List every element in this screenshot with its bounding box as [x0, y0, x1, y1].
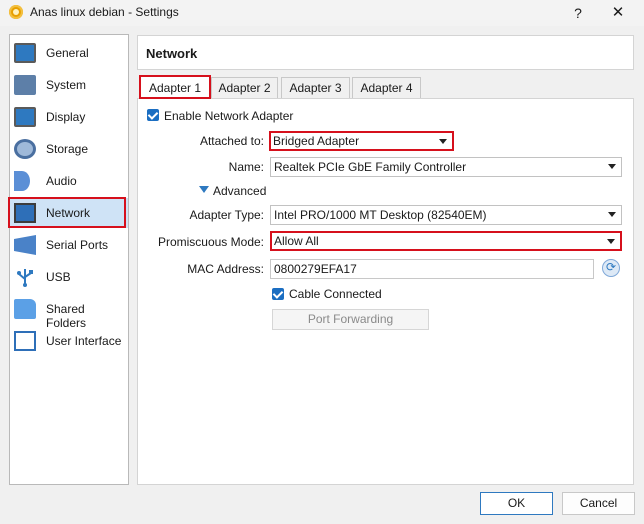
folder-icon [14, 299, 36, 319]
user-interface-icon [14, 331, 36, 351]
refresh-mac-icon[interactable]: ⟳ [602, 259, 620, 277]
page-title: Network [146, 46, 198, 61]
advanced-toggle-icon[interactable] [199, 186, 209, 193]
mac-address-input[interactable]: 0800279EFA17 [270, 259, 594, 279]
name-select[interactable]: Realtek PCIe GbE Family Controller [270, 157, 622, 177]
cable-connected-checkbox[interactable] [272, 288, 284, 300]
adapter-type-label: Adapter Type: [189, 208, 265, 222]
sidebar-item-usb[interactable]: USB [10, 262, 128, 292]
cable-connected-label: Cable Connected [289, 287, 382, 301]
settings-sidebar: General System Display Storage Audio Net… [9, 34, 129, 485]
sidebar-item-label: Storage [46, 142, 89, 156]
sidebar-item-audio[interactable]: Audio [10, 166, 128, 196]
attached-to-label: Attached to: [199, 134, 264, 148]
sidebar-item-general[interactable]: General [10, 38, 128, 68]
network-highlight-frame [8, 197, 126, 228]
enable-adapter-checkbox[interactable] [147, 109, 159, 121]
sidebar-item-display[interactable]: Display [10, 102, 128, 132]
advanced-toggle-label[interactable]: Advanced [213, 184, 266, 198]
storage-disc-icon [14, 139, 36, 159]
sidebar-item-storage[interactable]: Storage [10, 134, 128, 164]
sidebar-item-label: Audio [46, 174, 77, 188]
sidebar-item-shared-folders[interactable]: Shared Folders [10, 294, 128, 330]
sidebar-item-label: System [46, 78, 87, 92]
promiscuous-mode-value: Allow All [274, 234, 319, 248]
promiscuous-mode-label: Promiscuous Mode: [157, 235, 264, 249]
attached-to-select[interactable]: Bridged Adapter [269, 131, 454, 151]
adapter-type-select[interactable]: Intel PRO/1000 MT Desktop (82540EM) [270, 205, 622, 225]
cancel-button[interactable]: Cancel [562, 492, 635, 515]
sidebar-item-label: Display [46, 110, 86, 124]
tab-adapter-4[interactable]: Adapter 4 [352, 77, 421, 98]
chevron-down-icon [608, 212, 616, 217]
sidebar-item-label: User Interface [46, 334, 122, 348]
audio-speaker-icon [14, 171, 30, 191]
display-monitor-icon [14, 107, 36, 127]
help-button[interactable]: ? [566, 3, 590, 23]
chevron-down-icon [439, 139, 447, 144]
tab-adapter-3[interactable]: Adapter 3 [281, 77, 350, 98]
port-forwarding-button[interactable]: Port Forwarding [272, 309, 429, 330]
mac-address-label: MAC Address: [187, 262, 264, 276]
sidebar-item-label: Serial Ports [46, 238, 109, 252]
system-chip-icon [14, 75, 36, 95]
attached-to-value: Bridged Adapter [273, 134, 360, 148]
sidebar-item-system[interactable]: System [10, 70, 128, 100]
usb-icon [14, 267, 36, 287]
sidebar-item-user-interface[interactable]: User Interface [10, 326, 128, 356]
close-button[interactable]: ✕ [606, 3, 630, 23]
enable-adapter-label: Enable Network Adapter [164, 109, 294, 123]
page-header: Network [137, 35, 634, 70]
tab-adapter-1[interactable]: Adapter 1 [139, 75, 211, 99]
virtualbox-app-icon [9, 5, 23, 19]
name-label: Name: [228, 160, 264, 174]
window-title: Anas linux debian - Settings [30, 5, 179, 19]
name-value: Realtek PCIe GbE Family Controller [274, 160, 467, 174]
title-bar: Anas linux debian - Settings ? ✕ [0, 0, 644, 26]
chevron-down-icon [607, 239, 615, 244]
chevron-down-icon [608, 164, 616, 169]
general-monitor-icon [14, 43, 36, 63]
adapter-type-value: Intel PRO/1000 MT Desktop (82540EM) [274, 208, 487, 222]
tab-adapter-2[interactable]: Adapter 2 [211, 77, 278, 98]
sidebar-item-label: USB [46, 270, 71, 284]
promiscuous-mode-select[interactable]: Allow All [270, 231, 622, 251]
serial-port-icon [14, 235, 36, 255]
sidebar-item-label: General [46, 46, 89, 60]
sidebar-item-serial-ports[interactable]: Serial Ports [10, 230, 128, 260]
ok-button[interactable]: OK [480, 492, 553, 515]
